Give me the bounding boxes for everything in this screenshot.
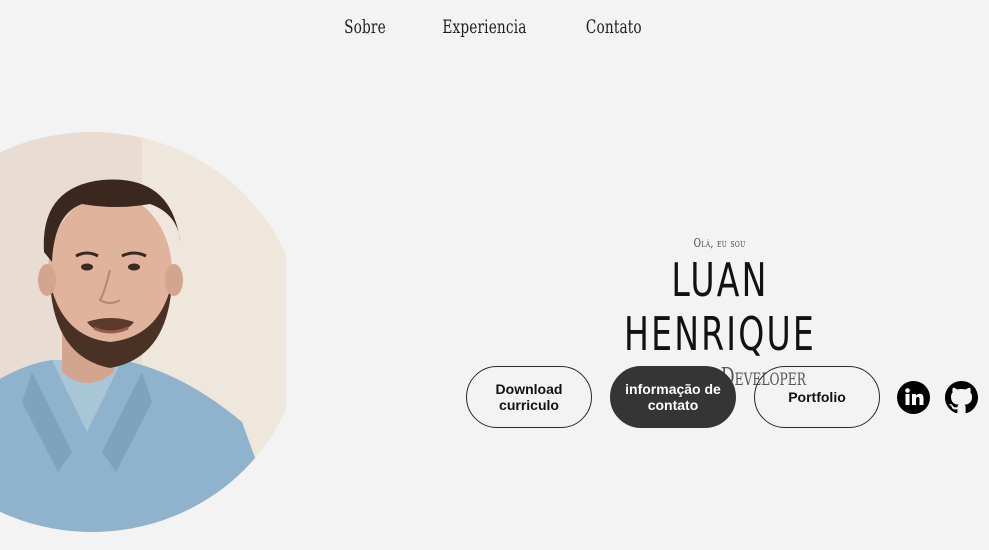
nav-link-contato[interactable]: Contato (586, 10, 642, 44)
linkedin-icon[interactable] (897, 381, 930, 414)
greeting-text: Olá, eu sou (694, 236, 746, 250)
top-nav: Sobre Experiencia Contato (0, 10, 989, 44)
github-icon[interactable] (945, 381, 978, 414)
profile-photo (0, 132, 286, 532)
portfolio-button[interactable]: Portfolio (754, 366, 880, 428)
portfolio-page: Sobre Experiencia Contato Olá, eu sou LU… (0, 0, 989, 550)
download-cv-button[interactable]: Download curriculo (466, 366, 592, 428)
hero-name: LUAN HENRIQUE (624, 253, 816, 361)
nav-link-experiencia[interactable]: Experiencia (443, 10, 527, 44)
contact-info-button[interactable]: informação de contato (610, 366, 736, 428)
nav-link-sobre[interactable]: Sobre (344, 10, 386, 44)
